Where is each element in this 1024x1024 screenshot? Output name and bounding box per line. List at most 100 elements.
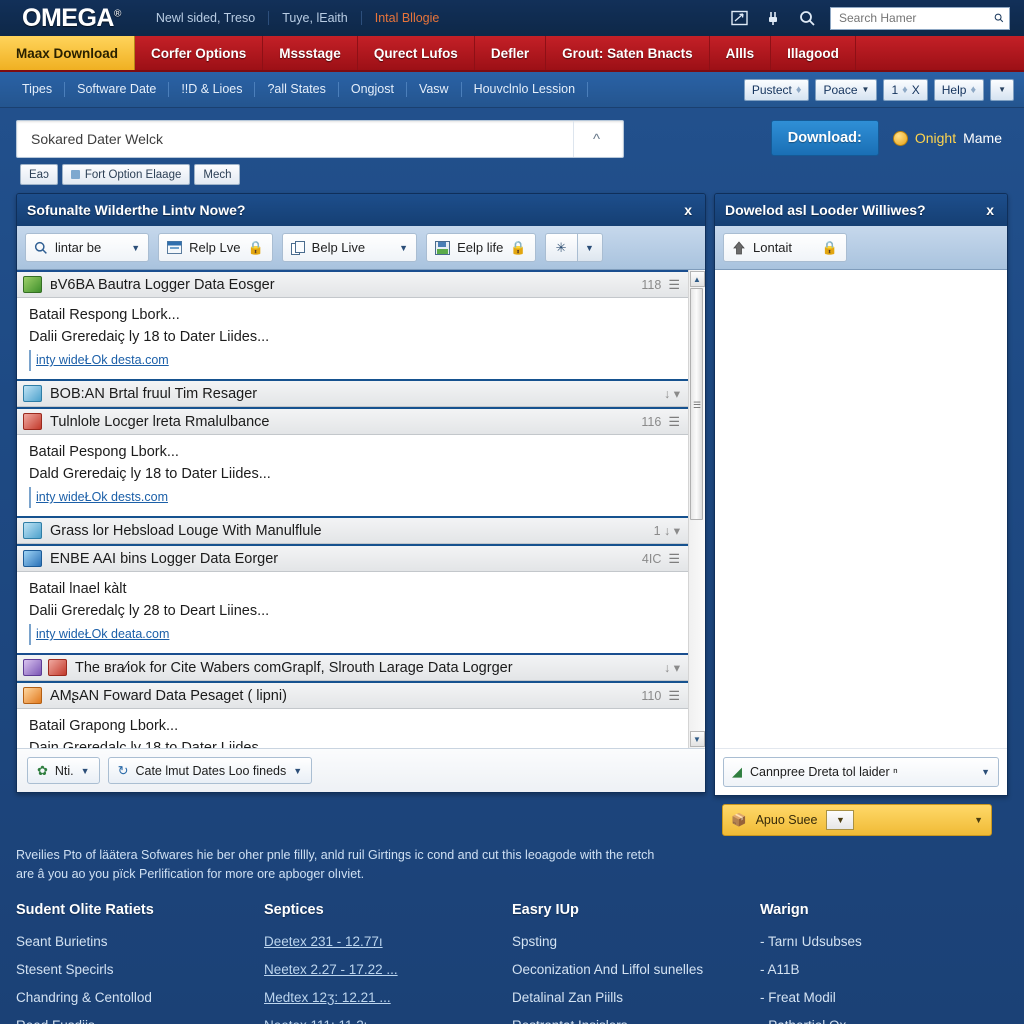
footer-item-1-3[interactable]: Neetex 111ı 11.2ȷ — [264, 1012, 498, 1024]
footer-item-2-2[interactable]: Detalinal Zan Piills — [512, 984, 746, 1012]
menu-icon-0[interactable]: ☰ — [668, 277, 680, 293]
apuo-suee-bar[interactable]: 📦 Apuo Suee ▼ ▼ — [722, 804, 992, 836]
result-header-0[interactable]: ʙV6BA Bautra Logger Data Eosger 118 ☰ — [17, 270, 688, 298]
subnav-link-6[interactable]: Houvclnlo Lession — [462, 82, 589, 97]
status-dot-icon — [892, 130, 908, 146]
apuo-suee-label: Apuo Suee — [755, 813, 818, 827]
footer-item-3-0[interactable]: - Tarnı Udsubses — [760, 928, 994, 956]
nav-tab-1[interactable]: Corfer Options — [135, 36, 264, 70]
scrollbar-track[interactable]: ☰ — [689, 288, 705, 730]
subnav-button-poace[interactable]: Poace ▼ — [815, 78, 878, 101]
scroll-up-arrow-icon[interactable]: ▲ — [689, 271, 705, 287]
footer-item-0-0[interactable]: Seant Burietins — [16, 928, 250, 956]
logo-registered: ® — [113, 8, 121, 20]
main-search-input[interactable] — [31, 131, 573, 147]
right-panel-footer: ◢ Cannpree Dreta tol laider ⁿ ▼ — [715, 748, 1007, 795]
footer-item-0-3[interactable]: Reed Fusdiis — [16, 1012, 250, 1024]
nav-tab-3[interactable]: Qurect Lufos — [358, 36, 475, 70]
toolbar-filter-button[interactable]: lintar be ▼ — [25, 233, 150, 262]
results-scrollbar[interactable]: ▲ ☰ ▼ — [688, 270, 705, 748]
result-header-3[interactable]: Grass lor Hebsload Louge With Manulflule… — [17, 516, 688, 544]
apuo-mini-select[interactable]: ▼ — [826, 810, 855, 830]
menu-icon-2[interactable]: ☰ — [668, 414, 680, 430]
subnav-link-1[interactable]: Software Date — [65, 82, 170, 97]
footer-item-2-3[interactable]: Restrontat Insislers — [512, 1012, 746, 1024]
pill-1-label: Fort Option Elaage — [84, 168, 182, 181]
footer-item-1-1[interactable]: Neetex 2.27 - 17.22 ... — [264, 956, 498, 984]
plug-icon[interactable] — [762, 7, 784, 29]
subnav-link-0[interactable]: Tipes — [10, 82, 66, 97]
footer-item-2-0[interactable]: Spsting — [512, 928, 746, 956]
screen-icon[interactable] — [728, 7, 750, 29]
download-button[interactable]: Download: — [770, 120, 879, 156]
toolbar-relplve-button[interactable]: Relp Lve 🔒 — [158, 233, 273, 262]
main-search-field[interactable]: ^ — [16, 120, 624, 158]
result-header-6[interactable]: AMʂAN Foward Data Pesaget ( lipni) 110 ☰ — [17, 681, 688, 709]
nav-tab-5[interactable]: Grout: Saten Bnacts — [546, 36, 710, 70]
masthead-search[interactable] — [830, 6, 1010, 30]
footer-item-0-1[interactable]: Stesent Specirls — [16, 956, 250, 984]
onight-status[interactable]: Onight Mame — [892, 130, 1002, 146]
menu-icon-4[interactable]: ☰ — [668, 551, 680, 567]
result-header-5[interactable]: The ʙra∕iok for Cite Wabers comGraplf, S… — [17, 653, 688, 681]
menu-icon-6[interactable]: ☰ — [668, 688, 680, 704]
asterisk-icon[interactable]: ✳ — [544, 233, 577, 262]
result-url-4[interactable]: inty wideŁOk deata.com — [29, 624, 169, 645]
subnav-counter[interactable]: 1 ♦ X — [883, 78, 928, 101]
left-panel-footer: ✿ Nti. ▼ ↻ Cate lmut Dates Loo fineds ▼ — [17, 748, 705, 792]
left-panel-close-icon[interactable]: x — [681, 202, 695, 218]
result-header-4[interactable]: ENBE AAI bins Logger Data Eorger 4IC ☰ — [17, 544, 688, 572]
toolbar-split-button[interactable]: ✳ ▼ — [544, 233, 603, 262]
result-header-2[interactable]: Tulnlolɐ Locger lreta Rmalulbance 116 ☰ — [17, 407, 688, 435]
nav-tab-4[interactable]: Defler — [475, 36, 547, 70]
nav-tab-0[interactable]: Maax Download — [0, 36, 136, 70]
subnav-button-help[interactable]: Help ♦ — [933, 78, 985, 101]
search-icon[interactable] — [796, 7, 818, 29]
nav-tab-6[interactable]: Allls — [710, 36, 772, 70]
result-header-1[interactable]: BOB:AN Brtal fruul Tim Resager ↓ ▾ — [17, 379, 688, 407]
pill-2[interactable]: Mech — [194, 164, 241, 185]
masthead-link-1[interactable]: Tuye, lEaith — [269, 11, 362, 25]
footer-item-2-1[interactable]: Oeconization And Liffol sunelles — [512, 956, 746, 984]
footer-item-1-2[interactable]: Medtex 12ʒ: 12.21 ... — [264, 984, 498, 1012]
footer-button-nti[interactable]: ✿ Nti. ▼ — [27, 757, 100, 784]
toolbar-relplve-label: Relp Lve — [189, 240, 241, 255]
chevron-down-icon-3: ▼ — [399, 242, 409, 253]
footer-columns: Sudent Olite Ratiets Seant Burietins Ste… — [0, 884, 1024, 1024]
result-url-0[interactable]: inty wideŁOk desta.com — [29, 350, 169, 371]
toolbar-belplive-button[interactable]: Belp Live ▼ — [281, 233, 418, 262]
result-body-4: Batail lnael kàlt Dalii Greredalç ly 28 … — [17, 572, 688, 653]
folder-select[interactable]: ◢ Cannpree Dreta tol laider ⁿ ▼ — [723, 757, 999, 787]
nav-tab-2[interactable]: Mssstage — [263, 36, 358, 70]
nav-filler — [856, 36, 1024, 70]
box-icon: 📦 — [731, 812, 747, 827]
subnav-link-2[interactable]: !!D & Lioes — [169, 82, 256, 97]
footer-item-0-2[interactable]: Chandring & Centollod — [16, 984, 250, 1012]
result-url-2[interactable]: inty wideŁOk dests.com — [29, 487, 168, 508]
search-input[interactable] — [839, 11, 994, 25]
chevron-up-icon[interactable]: ^ — [573, 121, 619, 157]
subnav-link-3[interactable]: ?all States — [255, 82, 339, 97]
upload-button[interactable]: Lontait 🔒 — [723, 233, 847, 262]
pill-0[interactable]: Eaɔ — [20, 164, 58, 185]
footer-item-3-3[interactable]: - Pathertiol Ox — [760, 1012, 994, 1024]
footer-item-3-2[interactable]: - Freat Modil — [760, 984, 994, 1012]
subnav-link-5[interactable]: Vasw — [407, 82, 462, 97]
footer-item-3-1[interactable]: - A11B — [760, 956, 994, 984]
nav-tab-7[interactable]: Illagood — [771, 36, 856, 70]
subnav-link-4[interactable]: Ongjost — [339, 82, 407, 97]
footer-column-3: Warign - Tarnı Udsubses - A11B - Freat M… — [760, 902, 1008, 1024]
masthead-link-2[interactable]: Intal Bllogie — [362, 11, 453, 25]
toolbar-eelplife-button[interactable]: Eelp life 🔒 — [426, 233, 536, 262]
footer-item-1-0[interactable]: Deetex 231 - 12.77ı — [264, 928, 498, 956]
pill-1[interactable]: Fort Option Elaage — [61, 164, 191, 185]
subnav-button-more[interactable]: ▼ — [990, 78, 1014, 101]
masthead-link-0[interactable]: Newl sided, Treso — [143, 11, 270, 25]
split-chevron-icon[interactable]: ▼ — [576, 233, 603, 262]
footer-button-dates[interactable]: ↻ Cate lmut Dates Loo fineds ▼ — [107, 757, 313, 784]
subnav-button-pustect[interactable]: Pustect ♦ — [743, 78, 810, 101]
right-panel-close-icon[interactable]: x — [983, 202, 997, 218]
omega-logo[interactable]: OMEGA® — [8, 4, 121, 33]
scroll-down-arrow-icon[interactable]: ▼ — [689, 731, 705, 747]
close-icon[interactable]: X — [912, 83, 920, 97]
